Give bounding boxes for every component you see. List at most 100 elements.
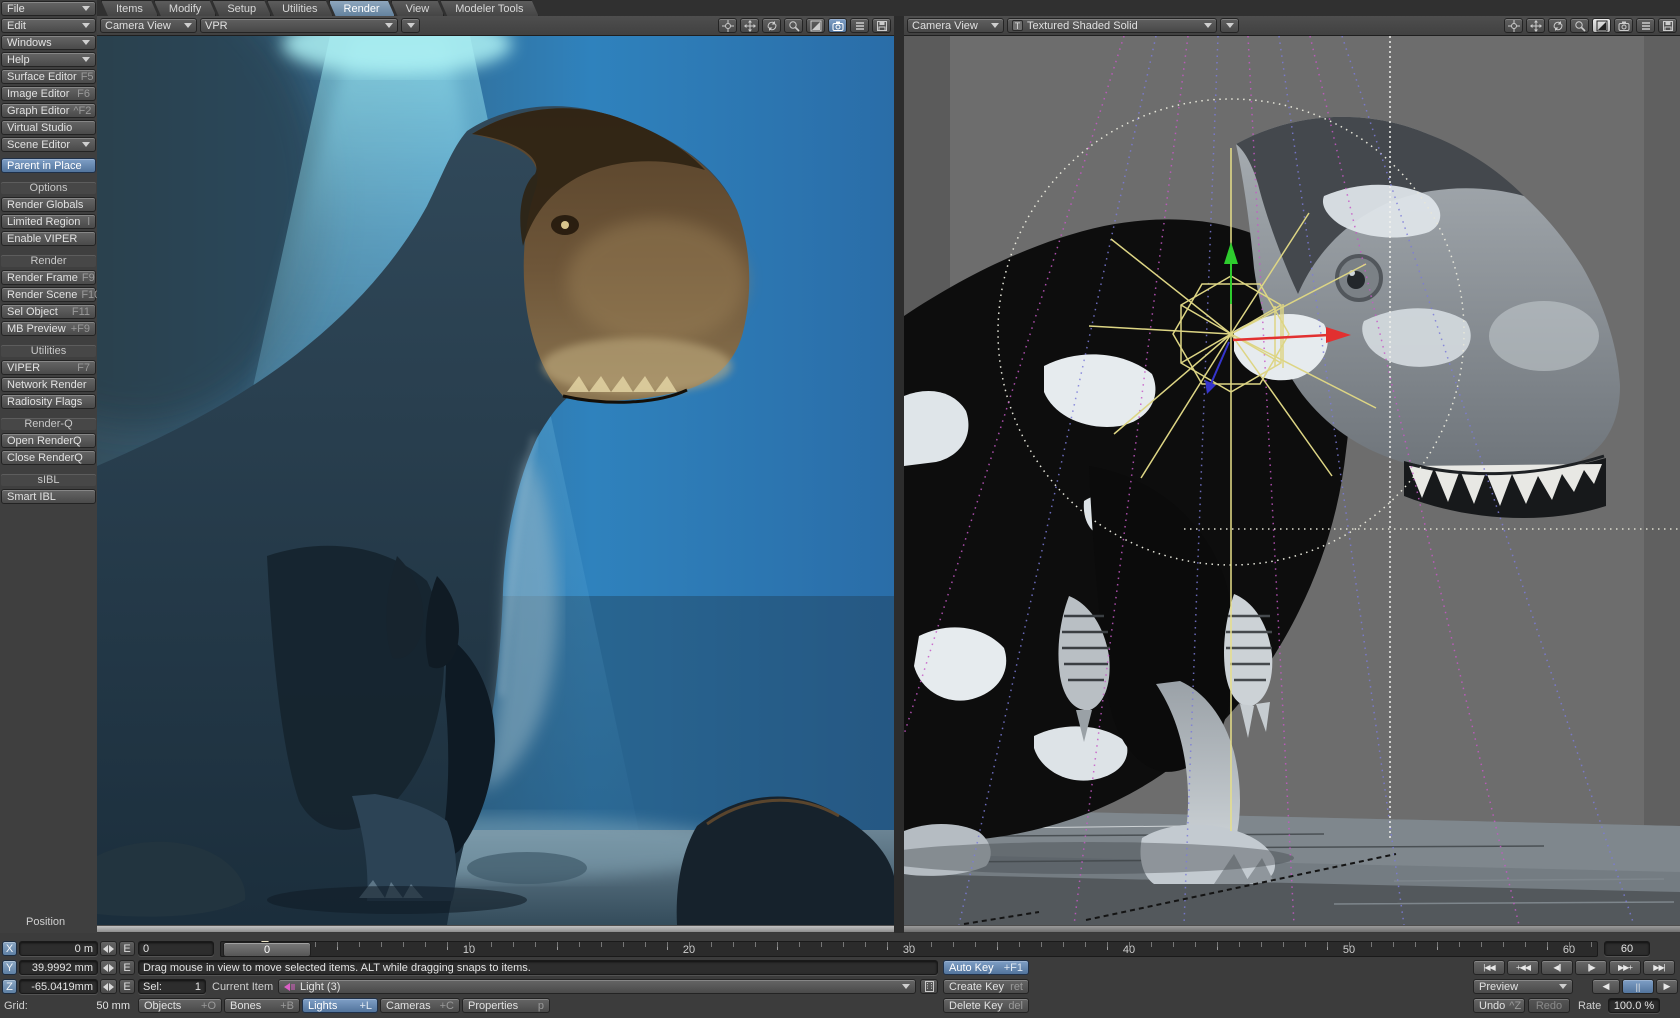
render-camera-icon[interactable] — [1614, 18, 1633, 33]
maximize-icon[interactable] — [1592, 18, 1611, 33]
image-editor-button[interactable]: Image EditorF6 — [1, 86, 96, 101]
edit-menu[interactable]: Edit — [1, 18, 96, 33]
y-value-field[interactable]: 39.9992 mm — [19, 960, 98, 975]
save-view-icon[interactable] — [1658, 18, 1677, 33]
limited-region-button[interactable]: Limited Regionl — [1, 214, 96, 229]
view-type-dropdown[interactable]: Camera View — [907, 18, 1004, 33]
sel-object-button[interactable]: Sel ObjectF11 — [1, 304, 96, 319]
undo-button[interactable]: Undo^Z — [1473, 998, 1525, 1013]
redo-button[interactable]: Redo — [1528, 998, 1570, 1013]
render-globals-button[interactable]: Render Globals — [1, 197, 96, 212]
auto-key-button[interactable]: Auto Key+F1 — [943, 960, 1029, 975]
tab-render[interactable]: Render — [329, 0, 395, 16]
center-item-icon[interactable] — [1504, 18, 1523, 33]
tab-modify[interactable]: Modify — [154, 0, 216, 16]
virtual-studio-button[interactable]: Virtual Studio — [1, 120, 96, 135]
play-button[interactable]: ▶ — [1656, 979, 1678, 994]
zoom-icon[interactable] — [784, 18, 803, 33]
objects-mode-button[interactable]: Objects+O — [138, 998, 222, 1013]
surface-editor-button[interactable]: Surface EditorF5 — [1, 69, 96, 84]
current-item-dropdown[interactable]: Light (3) — [278, 979, 916, 994]
rotate-icon[interactable] — [1548, 18, 1567, 33]
tab-view[interactable]: View — [391, 0, 445, 16]
y-stepper[interactable] — [100, 960, 117, 975]
parent-in-place-button[interactable]: Parent in Place — [1, 158, 96, 173]
pan-icon[interactable] — [1526, 18, 1545, 33]
render-mode-dropdown[interactable]: VPR — [200, 18, 398, 33]
x-envelope-button[interactable]: E — [119, 941, 135, 956]
close-renderq-button[interactable]: Close RenderQ — [1, 450, 96, 465]
render-frame-button[interactable]: Render FrameF9 — [1, 270, 96, 285]
open-renderq-button[interactable]: Open RenderQ — [1, 433, 96, 448]
vpr-render-canvas[interactable] — [97, 36, 894, 925]
preview-dropdown[interactable]: Preview — [1473, 979, 1573, 994]
windows-menu[interactable]: Windows — [1, 35, 96, 50]
current-frame-field[interactable]: 0 — [138, 941, 214, 956]
next-key-button[interactable]: ▶▶+ — [1609, 960, 1641, 975]
prev-frame-button[interactable]: ◀|| — [1541, 960, 1573, 975]
render-camera-icon[interactable] — [828, 18, 847, 33]
x-stepper[interactable] — [100, 941, 117, 956]
rotate-icon[interactable] — [762, 18, 781, 33]
file-menu[interactable]: File — [1, 1, 96, 16]
network-render-button[interactable]: Network Render — [1, 377, 96, 392]
radiosity-flags-button[interactable]: Radiosity Flags — [1, 394, 96, 409]
render-scene-button[interactable]: Render SceneF10 — [1, 287, 96, 302]
x-axis-button[interactable]: X — [2, 941, 17, 956]
tab-modeler-tools[interactable]: Modeler Tools — [440, 0, 538, 16]
view-type-dropdown[interactable]: Camera View — [100, 18, 197, 33]
viper-button[interactable]: VIPERF7 — [1, 360, 96, 375]
tab-items[interactable]: Items — [101, 0, 158, 16]
item-list-icon[interactable] — [920, 979, 938, 994]
y-axis-button[interactable]: Y — [2, 960, 17, 975]
list-icon[interactable] — [1636, 18, 1655, 33]
create-key-button[interactable]: Create Keyret — [943, 979, 1029, 994]
smart-ibl-button[interactable]: Smart IBL — [1, 489, 96, 504]
properties-button[interactable]: Propertiesp — [462, 998, 550, 1013]
tick-label: 50 — [1334, 944, 1364, 956]
y-envelope-button[interactable]: E — [119, 960, 135, 975]
cameras-mode-button[interactable]: Cameras+C — [380, 998, 460, 1013]
tab-setup[interactable]: Setup — [212, 0, 271, 16]
viewport-scrollbar[interactable] — [904, 925, 1680, 932]
zoom-icon[interactable] — [1570, 18, 1589, 33]
help-menu[interactable]: Help — [1, 52, 96, 67]
viewport-divider[interactable] — [894, 16, 904, 933]
pause-button[interactable]: || — [1622, 979, 1654, 994]
list-icon[interactable] — [850, 18, 869, 33]
viewport-options-dropdown[interactable] — [401, 18, 420, 33]
z-axis-button[interactable]: Z — [2, 979, 17, 994]
z-stepper[interactable] — [100, 979, 117, 994]
scene-editor-button[interactable]: Scene Editor — [1, 137, 96, 152]
play-reverse-button[interactable]: ◀ — [1592, 979, 1620, 994]
rate-value-field[interactable]: 100.0 % — [1608, 998, 1660, 1013]
bones-mode-button[interactable]: Bones+B — [224, 998, 300, 1013]
delete-key-button[interactable]: Delete Keydel — [943, 998, 1029, 1013]
graph-editor-button[interactable]: Graph Editor^F2 — [1, 103, 96, 118]
tab-utilities[interactable]: Utilities — [267, 0, 332, 16]
z-envelope-button[interactable]: E — [119, 979, 135, 994]
selection-count-field[interactable]: Sel:1 — [138, 979, 206, 994]
rate-label: Rate — [1578, 1000, 1601, 1012]
go-end-button[interactable]: ▶▶| — [1643, 960, 1675, 975]
x-value-field[interactable]: 0 m — [19, 941, 98, 956]
center-item-icon[interactable] — [718, 18, 737, 33]
end-frame-field[interactable]: 60 — [1604, 941, 1650, 956]
enable-viper-button[interactable]: Enable VIPER — [1, 231, 96, 246]
maximize-icon[interactable] — [806, 18, 825, 33]
timeline-ruler[interactable]: 10 20 30 40 50 60 0 — [220, 941, 1598, 957]
viewport-scrollbar[interactable] — [97, 925, 894, 932]
mb-preview-button[interactable]: MB Preview+F9 — [1, 321, 96, 336]
viewport-options-dropdown[interactable] — [1220, 18, 1239, 33]
pan-icon[interactable] — [740, 18, 759, 33]
z-value-field[interactable]: -65.0419mm — [19, 979, 98, 994]
prev-key-button[interactable]: +◀◀ — [1507, 960, 1539, 975]
go-start-button[interactable]: |◀◀ — [1473, 960, 1505, 975]
render-mode-dropdown[interactable]: TTextured Shaded Solid — [1007, 18, 1217, 33]
next-frame-button[interactable]: ||▶ — [1575, 960, 1607, 975]
save-view-icon[interactable] — [872, 18, 891, 33]
grid-row: Grid: 50 mm Objects+O Bones+B Lights+L C… — [0, 998, 1680, 1014]
opengl-canvas[interactable] — [904, 36, 1680, 925]
timeline-slider-handle[interactable]: 0 — [223, 942, 311, 957]
lights-mode-button[interactable]: Lights+L — [302, 998, 378, 1013]
